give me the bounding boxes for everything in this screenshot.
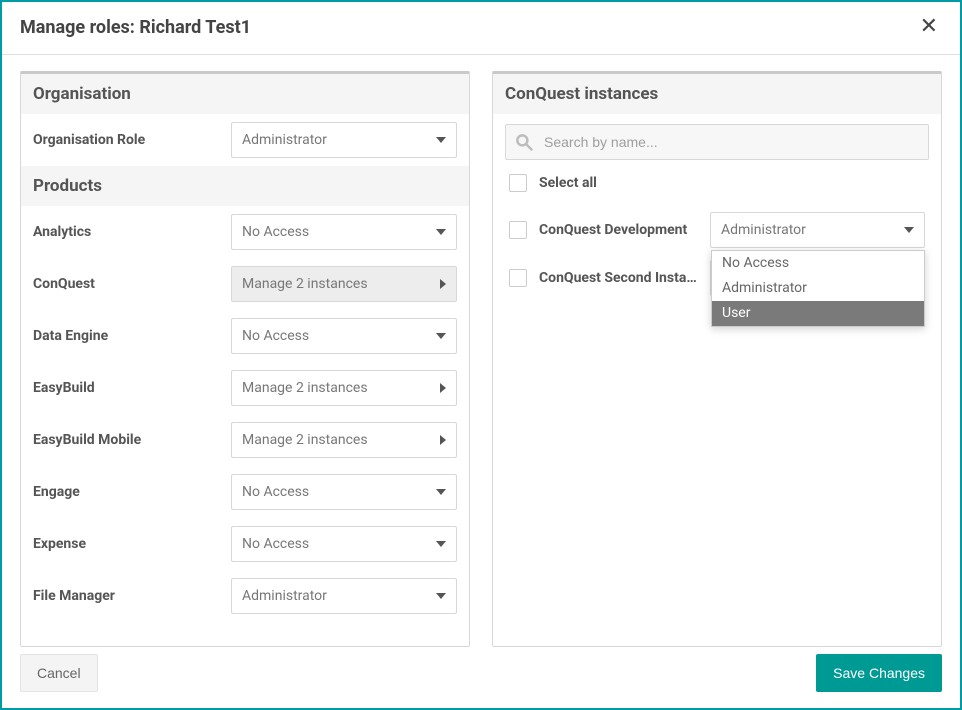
- organisation-role-value: Administrator: [242, 132, 327, 148]
- select-all-row: Select all: [493, 168, 941, 206]
- search-wrap: [493, 114, 941, 168]
- organisation-panel: Organisation Organisation Role Administr…: [20, 71, 470, 647]
- product-select[interactable]: Administrator: [231, 578, 457, 614]
- instances-section-header: ConQuest instances: [493, 74, 941, 114]
- chevron-down-icon: [436, 541, 446, 547]
- chevron-right-icon: [440, 279, 446, 289]
- chevron-down-icon: [436, 229, 446, 235]
- chevron-down-icon: [904, 227, 914, 233]
- dropdown-option[interactable]: Administrator: [712, 276, 924, 301]
- product-label: File Manager: [33, 588, 231, 604]
- product-label: ConQuest: [33, 276, 231, 292]
- product-select-value: Manage 2 instances: [242, 432, 368, 448]
- product-row: EasyBuild Mobile Manage 2 instances: [21, 414, 469, 466]
- product-label: Expense: [33, 536, 231, 552]
- product-label: Engage: [33, 484, 231, 500]
- product-label: Analytics: [33, 224, 231, 240]
- dialog-title: Manage roles: Richard Test1: [20, 17, 251, 38]
- product-label: EasyBuild: [33, 380, 231, 396]
- product-row: Analytics No Access: [21, 206, 469, 258]
- instance-checkbox[interactable]: [509, 221, 527, 239]
- product-select[interactable]: No Access: [231, 318, 457, 354]
- instance-row: ConQuest Development Administrator: [493, 206, 941, 254]
- search-box[interactable]: [505, 124, 929, 160]
- dropdown-option[interactable]: User: [712, 301, 924, 326]
- organisation-role-select[interactable]: Administrator: [231, 122, 457, 158]
- dialog-body: Organisation Organisation Role Administr…: [2, 55, 960, 663]
- product-select-value: Manage 2 instances: [242, 380, 368, 396]
- product-select-value: No Access: [242, 328, 309, 344]
- product-row: File Manager Administrator: [21, 570, 469, 622]
- organisation-role-label: Organisation Role: [33, 132, 231, 148]
- product-row: ConQuest Manage 2 instances: [21, 258, 469, 310]
- product-select[interactable]: Manage 2 instances: [231, 422, 457, 458]
- products-section-header: Products: [21, 166, 469, 206]
- product-select-value: No Access: [242, 536, 309, 552]
- instance-role-value: Administrator: [721, 222, 806, 238]
- dialog-footer: Cancel Save Changes: [2, 642, 960, 708]
- product-row: EasyBuild Manage 2 instances: [21, 362, 469, 414]
- product-select[interactable]: Manage 2 instances: [231, 266, 457, 302]
- instance-checkbox[interactable]: [509, 269, 527, 287]
- chevron-down-icon: [436, 593, 446, 599]
- product-label: EasyBuild Mobile: [33, 432, 231, 448]
- product-select[interactable]: Manage 2 instances: [231, 370, 457, 406]
- products-list: Analytics No Access ConQuest Manage 2 insta…: [21, 206, 469, 622]
- close-icon[interactable]: ✕: [916, 14, 942, 40]
- chevron-right-icon: [440, 383, 446, 393]
- chevron-down-icon: [436, 137, 446, 143]
- product-select-value: No Access: [242, 224, 309, 240]
- product-label: Data Engine: [33, 328, 231, 344]
- instances-panel: ConQuest instances Select all ConQuest D…: [492, 71, 942, 647]
- role-dropdown-menu[interactable]: No AccessAdministratorUser: [711, 250, 925, 327]
- chevron-down-icon: [436, 333, 446, 339]
- search-icon: [514, 132, 534, 152]
- instance-label: ConQuest Development: [539, 222, 698, 238]
- product-select-value: No Access: [242, 484, 309, 500]
- product-row: Expense No Access: [21, 518, 469, 570]
- chevron-right-icon: [440, 435, 446, 445]
- search-input[interactable]: [534, 133, 920, 151]
- product-select[interactable]: No Access: [231, 214, 457, 250]
- instance-role-select[interactable]: Administrator: [710, 212, 925, 248]
- save-button[interactable]: Save Changes: [816, 654, 942, 692]
- product-row: Data Engine No Access: [21, 310, 469, 362]
- cancel-button[interactable]: Cancel: [20, 654, 98, 692]
- product-row: Engage No Access: [21, 466, 469, 518]
- product-select-value: Manage 2 instances: [242, 276, 368, 292]
- product-select[interactable]: No Access: [231, 474, 457, 510]
- dialog-header: Manage roles: Richard Test1 ✕: [2, 2, 960, 55]
- product-select-value: Administrator: [242, 588, 327, 604]
- product-select[interactable]: No Access: [231, 526, 457, 562]
- chevron-down-icon: [436, 489, 446, 495]
- organisation-section-header: Organisation: [21, 74, 469, 114]
- instance-label: ConQuest Second Insta…: [539, 270, 698, 286]
- organisation-role-row: Organisation Role Administrator: [21, 114, 469, 166]
- dropdown-option[interactable]: No Access: [712, 251, 924, 276]
- select-all-label: Select all: [539, 175, 597, 191]
- dialog-manage-roles: Manage roles: Richard Test1 ✕ Organisati…: [0, 0, 962, 710]
- select-all-checkbox[interactable]: [509, 174, 527, 192]
